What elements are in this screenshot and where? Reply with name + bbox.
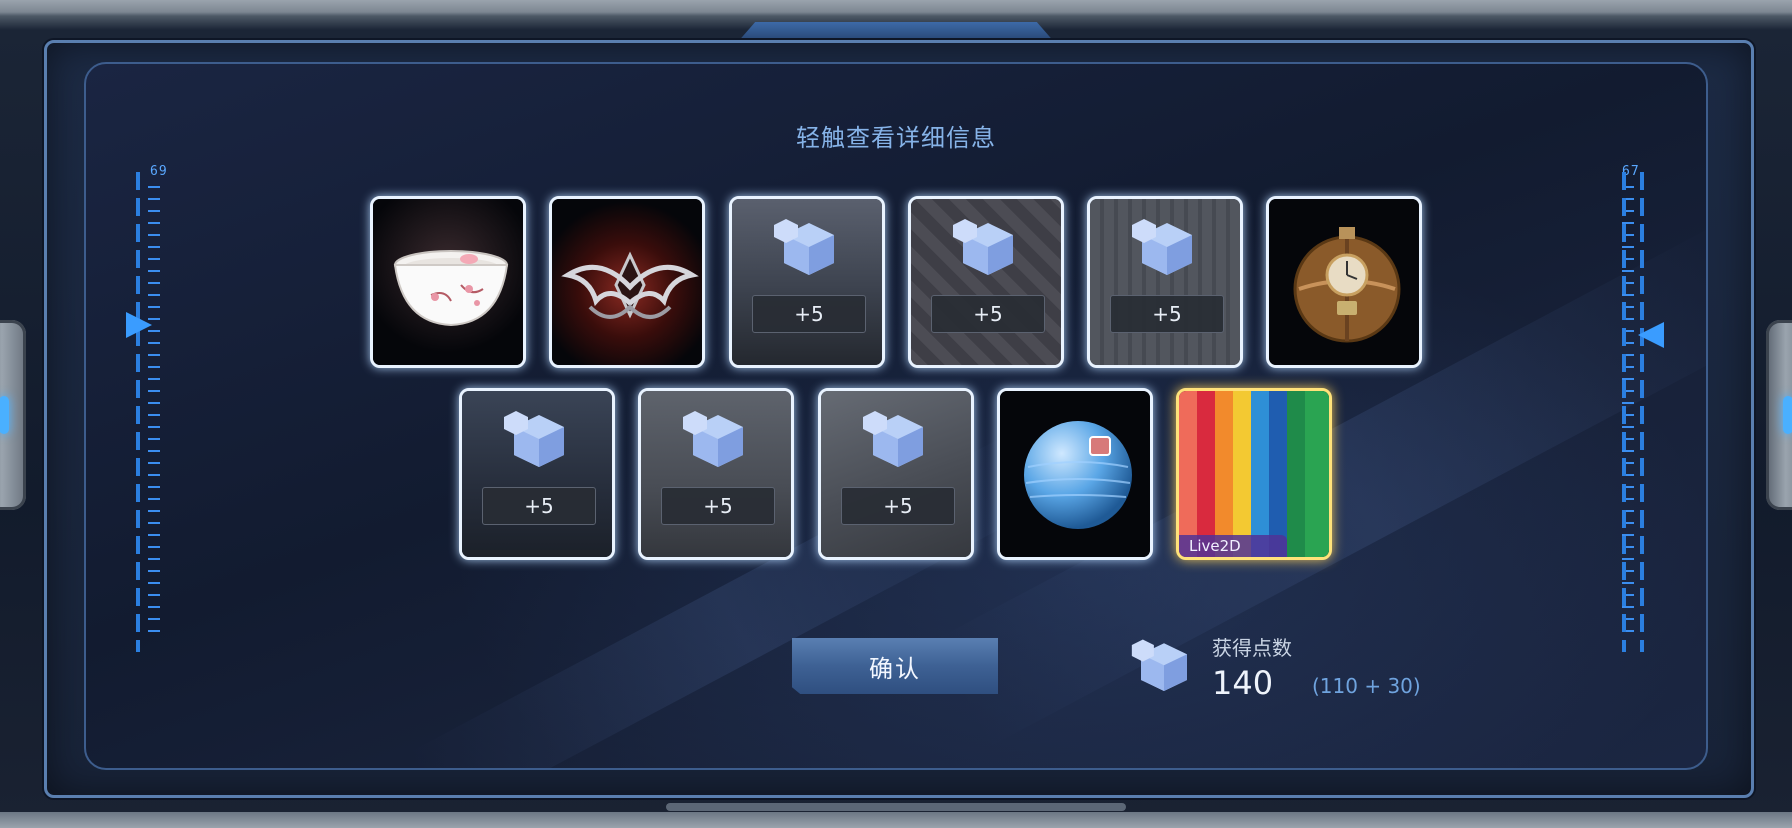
reward-item-room5[interactable]: +5: [638, 388, 794, 560]
points-cube-icon: [1131, 639, 1187, 691]
blue-ball-icon: [1024, 421, 1132, 529]
reward-item-emblem[interactable]: [549, 196, 705, 368]
points-cube-icon: [1132, 219, 1192, 275]
points-breakdown: (110 + 30): [1312, 674, 1421, 698]
reward-item-ball[interactable]: [997, 388, 1153, 560]
points-value: 140: [1212, 664, 1274, 702]
points-cube-icon: [863, 411, 923, 467]
right-ruler: [1622, 172, 1648, 652]
live2d-label: Live2D: [1179, 535, 1287, 557]
points-cube-icon: [683, 411, 743, 467]
reward-item-room2[interactable]: +5: [908, 196, 1064, 368]
bottom-metal-bar: [0, 812, 1792, 828]
points-cube-icon: [504, 411, 564, 467]
left-ruler-marker-icon: [126, 312, 152, 338]
points-cube-icon: [953, 219, 1013, 275]
reward-item-bowl[interactable]: [370, 196, 526, 368]
bonus-plus-label: +5: [482, 487, 596, 525]
reward-item-room1[interactable]: +5: [729, 196, 885, 368]
reward-item-clock[interactable]: [1266, 196, 1422, 368]
bonus-plus-label: +5: [1110, 295, 1224, 333]
rainbow-stripes-icon: [1179, 391, 1329, 557]
points-cube-icon: [774, 219, 834, 275]
points-label: 获得点数: [1212, 636, 1292, 660]
reward-item-room4[interactable]: +5: [459, 388, 615, 560]
right-side-cap: [1766, 320, 1792, 510]
reward-item-room6[interactable]: +5: [818, 388, 974, 560]
reward-item-live2d[interactable]: Live2D: [1176, 388, 1332, 560]
bottom-scroll-indicator: [666, 803, 1126, 811]
bonus-plus-label: +5: [661, 487, 775, 525]
left-ruler: [136, 172, 162, 652]
left-side-cap: [0, 320, 26, 510]
clock-orb-icon: [1293, 227, 1401, 343]
winged-emblem-icon: [561, 251, 699, 319]
right-ruler-marker-icon: [1638, 322, 1664, 348]
bonus-plus-label: +5: [841, 487, 955, 525]
bonus-plus-label: +5: [931, 295, 1045, 333]
bonus-plus-label: +5: [752, 295, 866, 333]
instruction-text: 轻触查看详细信息: [796, 124, 996, 152]
porcelain-bowl-icon: [393, 250, 509, 327]
reward-item-room3[interactable]: +5: [1087, 196, 1243, 368]
confirm-button[interactable]: 确认: [792, 638, 998, 694]
